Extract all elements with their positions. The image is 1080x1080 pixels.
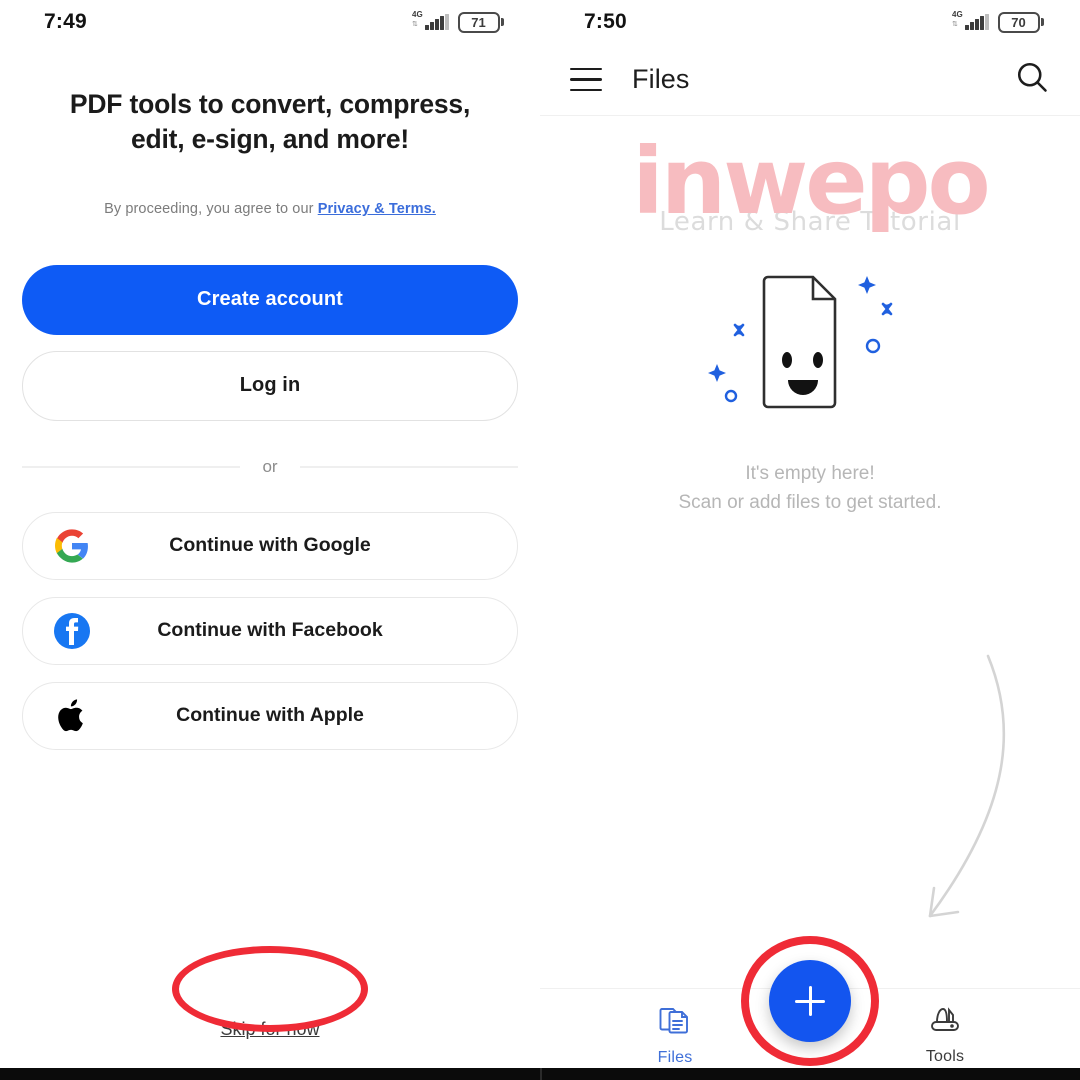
nav-tab-label: Files [657,1048,693,1066]
auth-button-group: Create account Log in [22,264,518,421]
status-bar-left: 7:49 4G ⇅ 71 [0,0,540,44]
red-circle-annotation [741,936,879,1066]
onboarding-content: PDF tools to convert, compress, edit, e-… [0,44,540,1080]
files-icon [658,1003,692,1042]
search-icon[interactable] [1014,59,1050,100]
social-button-label: Continue with Google [169,534,371,557]
or-divider: or [22,457,518,477]
watermark: inwepo Learn & Share Tutorial [540,128,1080,237]
social-login-group: Continue with Google Continue with Faceb… [22,511,518,750]
privacy-terms-link[interactable]: Privacy & Terms. [318,201,436,217]
network-arrows-icon: ⇅ [952,21,958,28]
skip-for-now-link[interactable]: Skip for now [220,1019,319,1039]
battery-icon: 71 [457,11,504,33]
divider-line-right [299,466,518,468]
onboarding-screen: 7:49 4G ⇅ 71 PDF tools to convert, compr… [0,0,540,1080]
status-bar-right: 7:50 4G ⇅ 70 [540,0,1080,44]
apple-icon [53,697,91,735]
empty-state-line1: It's empty here! [745,463,875,484]
status-time: 7:50 [584,10,627,33]
hamburger-menu-icon[interactable] [570,67,602,92]
watermark-logo-text: inwepo [632,128,990,235]
status-indicators: 4G ⇅ 70 [952,10,1044,33]
facebook-icon [53,612,91,650]
legal-prefix-text: By proceeding, you agree to our [104,200,318,217]
page-title: PDF tools to convert, compress, edit, e-… [69,89,471,154]
tools-icon [928,1004,962,1041]
skip-section: Skip for now [0,946,540,1040]
status-time: 7:49 [44,10,87,33]
network-type-label: 4G [952,10,963,19]
legal-disclaimer: By proceeding, you agree to our Privacy … [0,201,540,217]
battery-level-label: 70 [1011,14,1026,30]
dual-screenshot-container: 7:49 4G ⇅ 71 PDF tools to convert, compr… [0,0,1080,1080]
nav-tab-label: Tools [925,1047,965,1065]
continue-with-apple-button[interactable]: Continue with Apple [22,681,518,750]
app-bar: Files [540,44,1080,116]
google-icon [53,527,91,565]
signal-strength-icon: 4G ⇅ [952,10,989,30]
signal-strength-icon: 4G ⇅ [412,10,449,30]
continue-with-facebook-button[interactable]: Continue with Facebook [22,596,518,665]
empty-state-message: It's empty here! Scan or add files to ge… [540,460,1080,517]
divider-label: or [262,456,278,476]
continue-with-google-button[interactable]: Continue with Google [22,511,518,580]
empty-state: It's empty here! Scan or add files to ge… [540,256,1080,517]
smiling-document-icon [695,275,925,435]
battery-icon: 70 [997,11,1044,33]
system-navigation-bar [0,1068,1080,1080]
create-account-button[interactable]: Create account [22,264,518,335]
log-in-button[interactable]: Log in [22,350,518,421]
app-bar-title: Files [632,64,690,94]
empty-state-line2: Scan or add files to get started. [678,491,942,513]
network-arrows-icon: ⇅ [412,21,418,28]
files-screen: 7:50 4G ⇅ 70 Files inwepo Learn & Share … [540,0,1080,1080]
social-button-label: Continue with Facebook [157,619,383,642]
add-file-fab-wrapper [741,936,879,1066]
network-type-label: 4G [412,10,423,19]
files-content: Files inwepo Learn & Share Tutorial It's… [540,44,1080,1080]
curved-arrow-icon [888,644,1018,949]
battery-level-label: 71 [471,14,486,30]
social-button-label: Continue with Apple [176,704,364,727]
watermark-tagline: Learn & Share Tutorial [659,206,961,237]
divider-line-left [22,466,241,468]
status-indicators: 4G ⇅ 71 [412,10,504,33]
